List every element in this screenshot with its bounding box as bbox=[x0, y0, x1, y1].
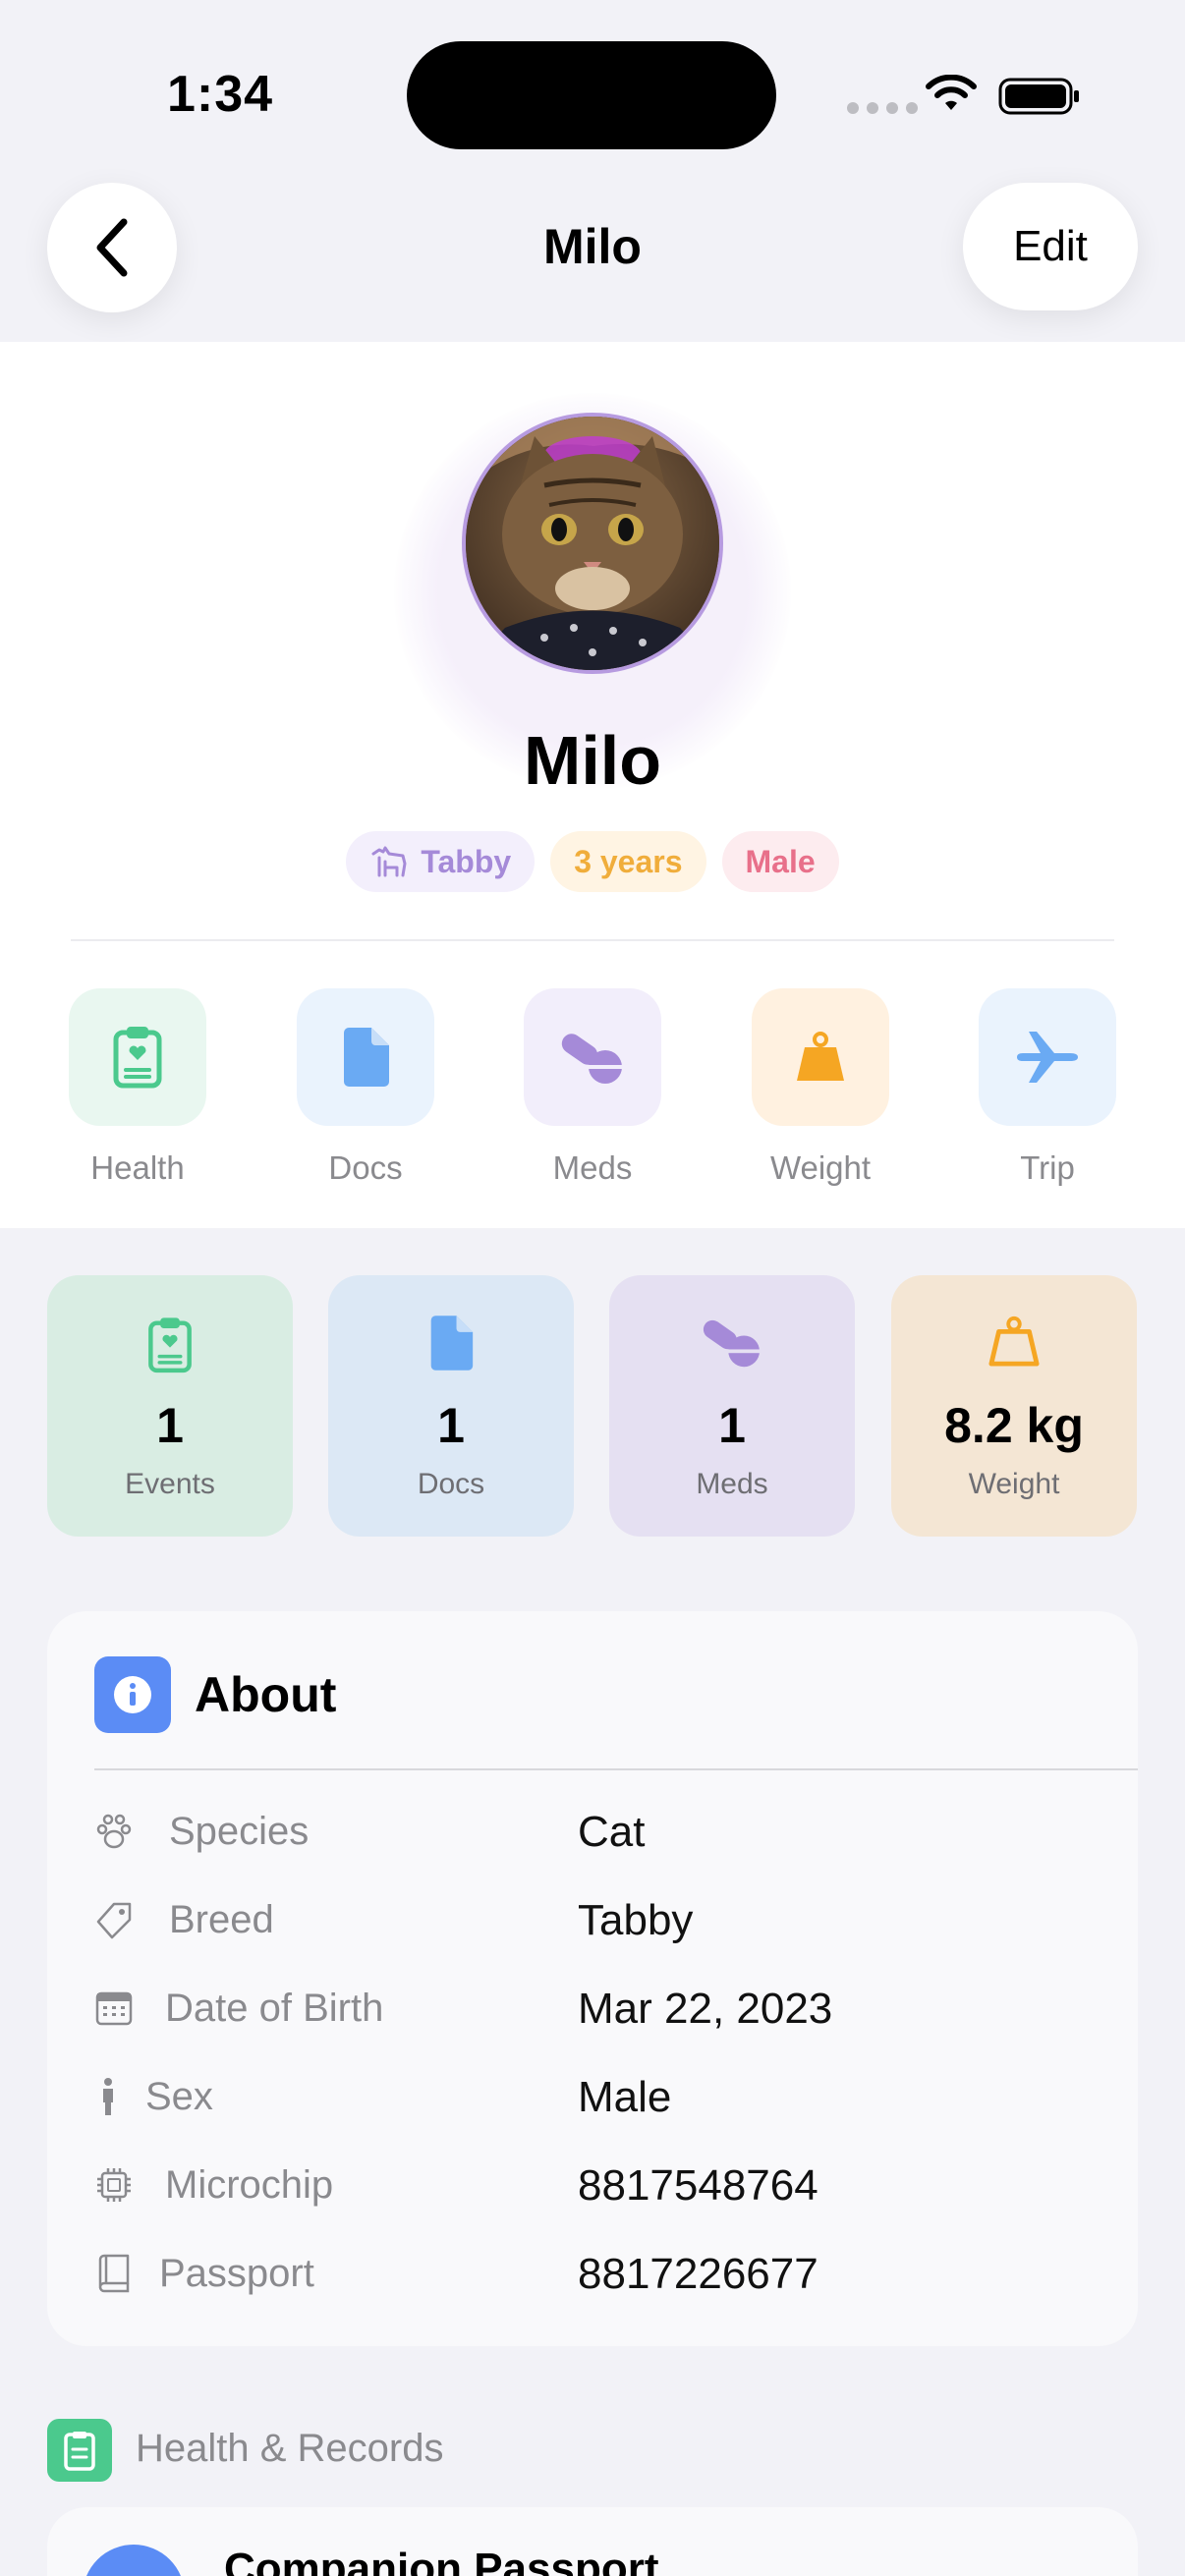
about-divider bbox=[94, 1768, 1138, 1770]
pills-icon bbox=[561, 1034, 623, 1084]
sex-badge-label: Male bbox=[745, 843, 816, 879]
row-value: Tabby bbox=[578, 1896, 694, 1944]
age-badge-label: 3 years bbox=[574, 843, 683, 879]
stat-events[interactable]: 1 Events bbox=[47, 1275, 293, 1537]
row-label: Passport bbox=[159, 2252, 314, 2295]
row-value: Mar 22, 2023 bbox=[578, 1985, 833, 2033]
pet-avatar[interactable] bbox=[462, 413, 723, 674]
status-time: 1:34 bbox=[167, 66, 274, 123]
breed-badge-label: Tabby bbox=[421, 843, 512, 879]
dynamic-island bbox=[407, 41, 776, 149]
cellular-signal-icon bbox=[847, 102, 918, 114]
age-badge: 3 years bbox=[550, 831, 706, 892]
sex-badge: Male bbox=[721, 831, 839, 892]
quick-action-weight[interactable]: Weight bbox=[752, 988, 889, 1187]
clipboard-heart-icon bbox=[113, 1027, 162, 1089]
pills-icon bbox=[703, 1319, 761, 1368]
wifi-icon bbox=[926, 75, 977, 110]
breed-badge: Tabby bbox=[346, 831, 536, 892]
header-divider bbox=[71, 939, 1114, 941]
cat-photo bbox=[466, 417, 719, 670]
passport-icon bbox=[83, 2545, 185, 2576]
row-value: 8817226677 bbox=[578, 2250, 818, 2298]
companion-passport-title: Companion Passport bbox=[224, 2545, 659, 2576]
row-label: Microchip bbox=[165, 2163, 334, 2207]
dog-icon bbox=[371, 846, 407, 877]
stat-value: 1 bbox=[437, 1398, 465, 1453]
pet-header-card: Milo Tabby 3 years Male Health Docs Meds… bbox=[0, 342, 1185, 1228]
pet-badges: Tabby 3 years Male bbox=[0, 831, 1185, 892]
about-row-passport: Passport 8817226677 bbox=[94, 2234, 1116, 2313]
quick-action-health[interactable]: Health bbox=[69, 988, 206, 1187]
battery-icon bbox=[998, 78, 1079, 115]
edit-button[interactable]: Edit bbox=[963, 183, 1138, 310]
quick-actions: Health Docs Meds Weight Trip bbox=[69, 988, 1116, 1195]
weight-icon bbox=[797, 1032, 844, 1081]
companion-passport-row[interactable]: Companion Passport bbox=[47, 2507, 1138, 2576]
about-title: About bbox=[195, 1667, 337, 1722]
stat-value: 8.2 kg bbox=[944, 1398, 1084, 1453]
row-value: 8817548764 bbox=[578, 2161, 818, 2210]
book-icon bbox=[98, 2254, 130, 2293]
clipboard-icon bbox=[47, 2419, 112, 2482]
clipboard-heart-icon bbox=[148, 1317, 192, 1373]
status-bar: 1:34 bbox=[0, 0, 1185, 187]
row-label: Date of Birth bbox=[165, 1987, 384, 2030]
quick-action-label: Health bbox=[90, 1149, 185, 1186]
about-row-microchip: Microchip 8817548764 bbox=[94, 2146, 1116, 2224]
weight-icon bbox=[988, 1316, 1040, 1367]
row-value: Male bbox=[578, 2073, 672, 2121]
quick-action-label: Trip bbox=[1020, 1149, 1075, 1186]
about-row-breed: Breed Tabby bbox=[94, 1880, 1116, 1959]
row-value: Cat bbox=[578, 1808, 646, 1856]
paw-icon bbox=[96, 1814, 132, 1849]
stat-meds[interactable]: 1 Meds bbox=[609, 1275, 855, 1537]
stat-weight[interactable]: 8.2 kg Weight bbox=[891, 1275, 1137, 1537]
airplane-icon bbox=[1017, 1032, 1078, 1083]
stat-label: Meds bbox=[696, 1468, 768, 1500]
stat-docs[interactable]: 1 Docs bbox=[328, 1275, 574, 1537]
quick-action-trip[interactable]: Trip bbox=[979, 988, 1116, 1187]
row-label: Species bbox=[169, 1810, 310, 1853]
quick-action-label: Weight bbox=[769, 1149, 872, 1186]
stat-label: Docs bbox=[417, 1468, 485, 1500]
quick-action-meds[interactable]: Meds bbox=[524, 988, 661, 1187]
quick-action-label: Meds bbox=[552, 1149, 633, 1186]
stat-label: Weight bbox=[968, 1468, 1060, 1500]
stat-value: 1 bbox=[156, 1398, 184, 1453]
tag-icon bbox=[96, 1902, 132, 1939]
about-row-sex: Sex Male bbox=[94, 2057, 1116, 2136]
info-icon bbox=[94, 1656, 171, 1733]
row-label: Sex bbox=[145, 2075, 213, 2118]
quick-action-label: Docs bbox=[328, 1149, 403, 1186]
section-title-health-records: Health & Records bbox=[136, 2427, 444, 2470]
stat-label: Events bbox=[125, 1468, 215, 1500]
stat-value: 1 bbox=[718, 1398, 746, 1453]
person-icon bbox=[103, 2078, 113, 2115]
about-row-species: Species Cat bbox=[94, 1792, 1116, 1871]
about-row-dob: Date of Birth Mar 22, 2023 bbox=[94, 1969, 1116, 2047]
pet-name: Milo bbox=[524, 722, 661, 799]
row-label: Breed bbox=[169, 1898, 274, 1941]
document-icon bbox=[430, 1316, 474, 1371]
quick-action-docs[interactable]: Docs bbox=[297, 988, 434, 1187]
about-card: About Species Cat Breed Tabby Date of Bi… bbox=[47, 1611, 1138, 2346]
document-icon bbox=[344, 1028, 389, 1087]
chip-icon bbox=[97, 2168, 131, 2202]
calendar-icon bbox=[95, 1991, 133, 2026]
